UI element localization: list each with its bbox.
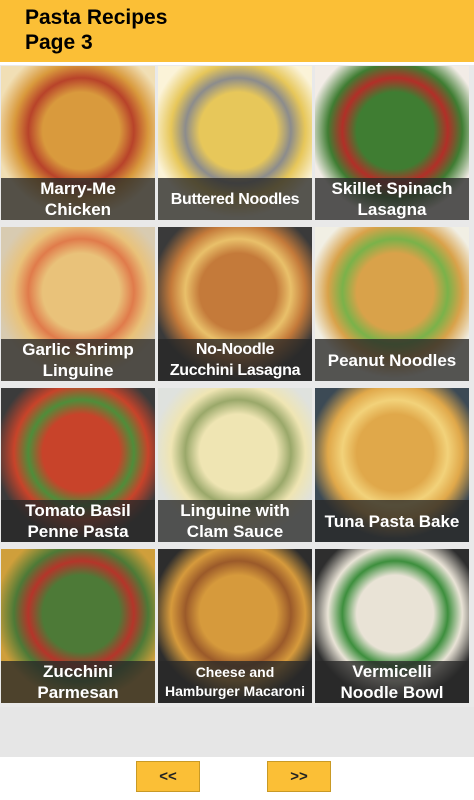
recipe-title: Garlic Shrimp Linguine [1, 339, 155, 381]
page-subtitle: Page 3 [25, 31, 93, 54]
recipe-tile[interactable]: Tomato Basil Penne Pasta [1, 388, 155, 542]
recipe-tile[interactable]: Skillet Spinach Lasagna [315, 66, 469, 220]
recipe-title: Linguine with Clam Sauce [158, 500, 312, 542]
next-page-button[interactable]: >> [267, 761, 331, 792]
recipe-title: No-Noodle Zucchini Lasagna [158, 339, 312, 381]
recipe-tile[interactable]: Buttered Noodles [158, 66, 312, 220]
page-title: Pasta Recipes [25, 6, 168, 29]
recipe-tile[interactable]: Marry-Me Chicken [1, 66, 155, 220]
recipe-tile[interactable]: Zucchini Parmesan [1, 549, 155, 703]
recipe-tile[interactable]: Tuna Pasta Bake [315, 388, 469, 542]
recipe-title: Buttered Noodles [158, 178, 312, 220]
recipe-grid: Marry-Me Chicken Buttered Noodles Skille… [0, 65, 474, 707]
recipe-title: Cheese and Hamburger Macaroni [158, 661, 312, 703]
recipe-tile[interactable]: Peanut Noodles [315, 227, 469, 381]
recipe-tile[interactable]: No-Noodle Zucchini Lasagna [158, 227, 312, 381]
recipe-title: Tomato Basil Penne Pasta [1, 500, 155, 542]
recipe-title: Vermicelli Noodle Bowl [315, 661, 469, 703]
recipe-title: Peanut Noodles [315, 339, 469, 381]
recipe-title: Marry-Me Chicken [1, 178, 155, 220]
recipe-tile[interactable]: Cheese and Hamburger Macaroni [158, 549, 312, 703]
footer-band [0, 707, 474, 757]
recipe-title: Zucchini Parmesan [1, 661, 155, 703]
recipe-tile[interactable]: Linguine with Clam Sauce [158, 388, 312, 542]
app-header: Pasta Recipes Page 3 [0, 0, 474, 62]
recipe-title: Tuna Pasta Bake [315, 500, 469, 542]
recipe-tile[interactable]: Vermicelli Noodle Bowl [315, 549, 469, 703]
recipe-tile[interactable]: Garlic Shrimp Linguine [1, 227, 155, 381]
recipe-title: Skillet Spinach Lasagna [315, 178, 469, 220]
previous-page-button[interactable]: << [136, 761, 200, 792]
